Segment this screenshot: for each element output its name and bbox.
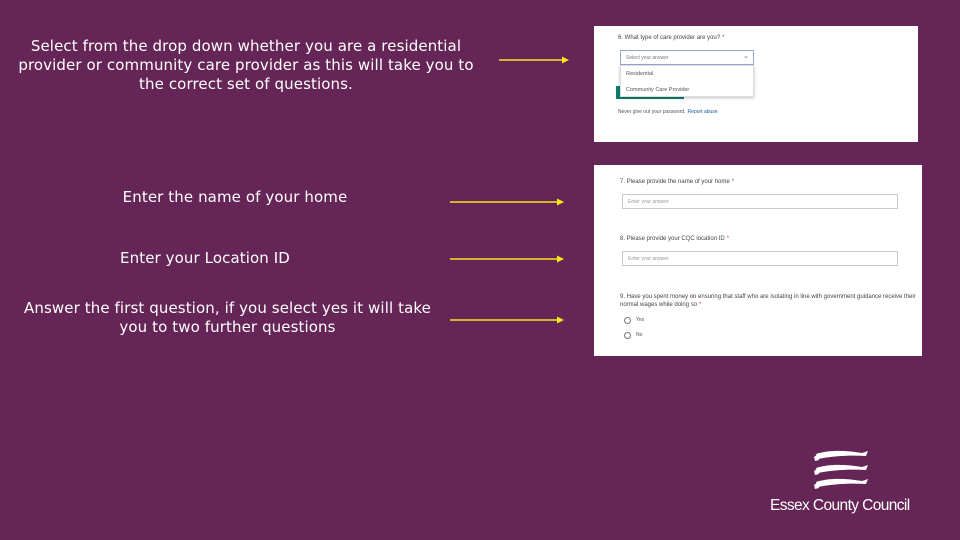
- question-provider-type: 6. What type of care provider are you? *: [618, 35, 725, 41]
- form-screenshot-provider-type: 6. What type of care provider are you? * …: [594, 26, 918, 142]
- arrow-to-location-id: [450, 255, 564, 263]
- location-id-input[interactable]: Enter your answer: [622, 251, 898, 266]
- question-staff-wages: 9. Have you spent money on ensuring that…: [620, 294, 916, 308]
- chevron-down-icon: ⌄: [743, 53, 749, 60]
- footer-note: Never give out your password. Report abus…: [618, 109, 718, 115]
- provider-type-dropdown[interactable]: Select your answer ⌄: [620, 50, 754, 65]
- radio-button[interactable]: [624, 332, 631, 339]
- report-abuse-link[interactable]: Report abuse: [688, 109, 718, 115]
- logo-wordmark: Essex County Council: [770, 497, 910, 514]
- dropdown-value: Select your answer: [626, 55, 669, 61]
- arrow-to-dropdown: [499, 56, 569, 64]
- three-seaxes-crest-icon: [814, 450, 868, 489]
- form-screenshot-home-details: 7. Please provide the name of your home *…: [594, 165, 922, 356]
- question-location-id: 8. Please provide your CQC location ID *: [620, 236, 730, 242]
- instruction-dropdown: Select from the drop down whether you ar…: [18, 37, 474, 93]
- instruction-home-name: Enter the name of your home: [122, 188, 348, 206]
- question-home-name: 7. Please provide the name of your home *: [620, 179, 735, 185]
- essex-county-council-logo: Essex County Council: [770, 448, 920, 518]
- option-residential[interactable]: Residential: [621, 66, 753, 82]
- dropdown-option-list: Residential Community Care Provider: [620, 65, 754, 97]
- arrow-to-home-name: [450, 198, 564, 206]
- home-name-input[interactable]: Enter your answer: [622, 194, 898, 209]
- arrow-to-first-question: [450, 316, 564, 324]
- instruction-location-id: Enter your Location ID: [120, 249, 290, 267]
- option-community-care-provider[interactable]: Community Care Provider: [621, 82, 753, 98]
- instruction-first-question: Answer the first question, if you select…: [24, 299, 431, 336]
- radio-button[interactable]: [624, 317, 631, 324]
